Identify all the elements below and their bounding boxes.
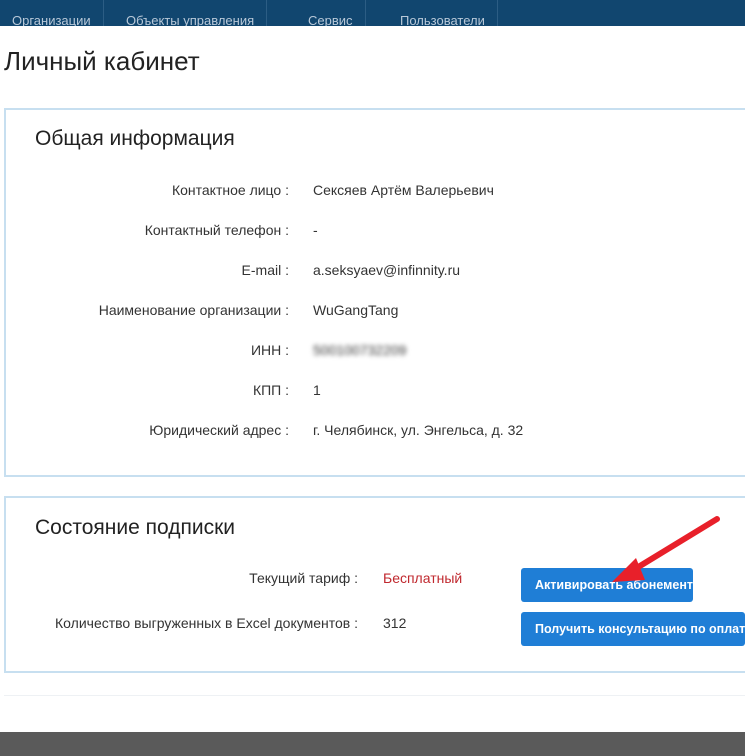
info-row-email: E-mail : a.seksyaev@infinnity.ru xyxy=(6,262,745,284)
general-info-heading: Общая информация xyxy=(35,127,235,150)
page-title: Личный кабинет xyxy=(4,46,200,76)
bottom-bar xyxy=(0,732,745,756)
info-row-contact-person: Контактное лицо : Сексяев Артём Валерьев… xyxy=(6,182,745,204)
info-label: КПП : xyxy=(252,382,289,398)
info-label: Юридический адрес : xyxy=(149,422,289,438)
activate-subscription-button[interactable]: Активировать абонемент xyxy=(521,568,693,602)
info-value: Сексяев Артём Валерьевич xyxy=(313,182,494,198)
tariff-label: Текущий тариф : xyxy=(249,570,358,586)
info-value: 1 xyxy=(313,382,321,398)
info-value: a.seksyaev@infinnity.ru xyxy=(313,262,461,278)
info-row-kpp: КПП : 1 xyxy=(6,382,745,404)
info-row-inn: ИНН : 500100732209 xyxy=(6,342,745,364)
general-info-panel: Общая информация Контактное лицо : Секся… xyxy=(4,108,745,477)
info-value: - xyxy=(313,222,318,238)
nav-tab-objects[interactable]: Объекты управления xyxy=(114,0,268,26)
payment-consultation-button[interactable]: Получить консультацию по оплате xyxy=(521,612,745,646)
info-value: г. Челябинск, ул. Энгельса, д. 32 xyxy=(313,422,524,438)
info-label: E-mail : xyxy=(241,262,289,278)
export-count-value: 312 xyxy=(383,615,407,631)
info-label: Наименование организации : xyxy=(98,302,289,318)
subscription-heading: Состояние подписки xyxy=(35,516,235,539)
info-value-blurred: 500100732209 xyxy=(313,342,407,358)
info-value: WuGangTang xyxy=(313,302,399,318)
info-label: Контактный телефон : xyxy=(144,222,289,238)
info-label: ИНН : xyxy=(250,342,289,358)
nav-tab-users[interactable]: Пользователи xyxy=(388,0,498,26)
info-label: Контактное лицо : xyxy=(171,182,289,198)
divider xyxy=(4,695,745,696)
info-row-phone: Контактный телефон : - xyxy=(6,222,745,244)
nav-tab-service[interactable]: Сервис xyxy=(296,0,366,26)
top-navigation: Организации Объекты управления Сервис По… xyxy=(0,0,745,26)
info-row-organization-name: Наименование организации : WuGangTang xyxy=(6,302,745,324)
info-row-legal-address: Юридический адрес : г. Челябинск, ул. Эн… xyxy=(6,422,745,444)
export-count-label: Количество выгруженных в Excel документо… xyxy=(55,615,358,631)
nav-tab-organizations[interactable]: Организации xyxy=(0,0,104,26)
tariff-value: Бесплатный xyxy=(383,570,463,586)
